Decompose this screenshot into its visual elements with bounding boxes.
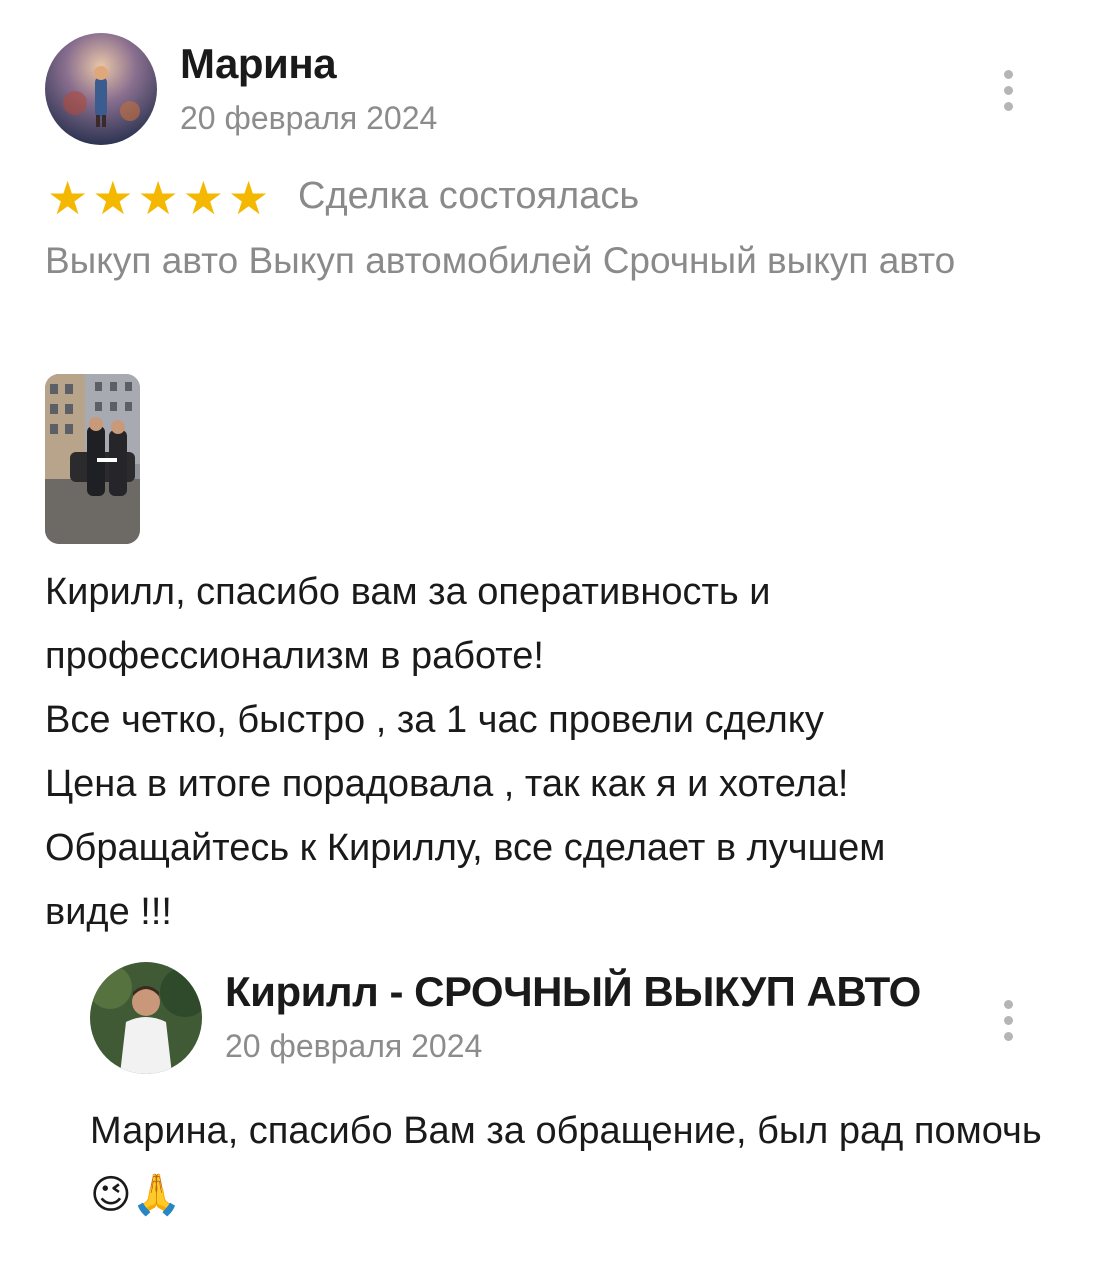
review-tags: Выкуп авто Выкуп автомобилей Срочный вык… xyxy=(45,240,956,281)
review-text-line: Все четко, быстро , за 1 час провели сде… xyxy=(45,699,824,741)
reply-author-name[interactable]: Кирилл - СРОЧНЫЙ ВЫКУП АВТО xyxy=(225,968,921,1016)
review-photo-thumbnail[interactable] xyxy=(45,374,140,544)
star-icon: ★ xyxy=(228,172,270,224)
star-icon: ★ xyxy=(47,172,89,224)
review-text-line: Кирилл, спасибо вам за оперативность и xyxy=(45,571,771,613)
star-icon: ★ xyxy=(92,172,134,224)
reply-date: 20 февраля 2024 xyxy=(225,1028,483,1064)
reply-emojis: 😉🙏 xyxy=(90,1171,182,1218)
reply-author-avatar[interactable] xyxy=(90,962,202,1074)
review-text-line: виде !!! xyxy=(45,891,172,933)
review-text-line: Цена в итоге порадовала , так как я и хо… xyxy=(45,763,849,805)
review-text-line: Обращайтесь к Кириллу, все сделает в луч… xyxy=(45,827,886,869)
star-icon: ★ xyxy=(137,172,179,224)
deal-status: Сделка состоялась xyxy=(298,175,640,217)
rating-stars: ★ ★ ★ ★ ★ xyxy=(47,175,269,221)
review-text: Кирилл, спасибо вам за оперативность и п… xyxy=(45,560,1045,944)
review-author-avatar[interactable] xyxy=(45,33,157,145)
review-text-line: профессионализм в работе! xyxy=(45,635,544,677)
review-author-name[interactable]: Марина xyxy=(180,40,337,88)
star-icon: ★ xyxy=(182,172,224,224)
review-date: 20 февраля 2024 xyxy=(180,100,438,136)
reply-text: Марина, спасибо Вам за обращение, был ра… xyxy=(90,1100,1050,1226)
review-more-icon[interactable] xyxy=(996,70,1020,111)
reply-text-content: Марина, спасибо Вам за обращение, был ра… xyxy=(90,1110,1042,1152)
reply-more-icon[interactable] xyxy=(996,1000,1020,1041)
